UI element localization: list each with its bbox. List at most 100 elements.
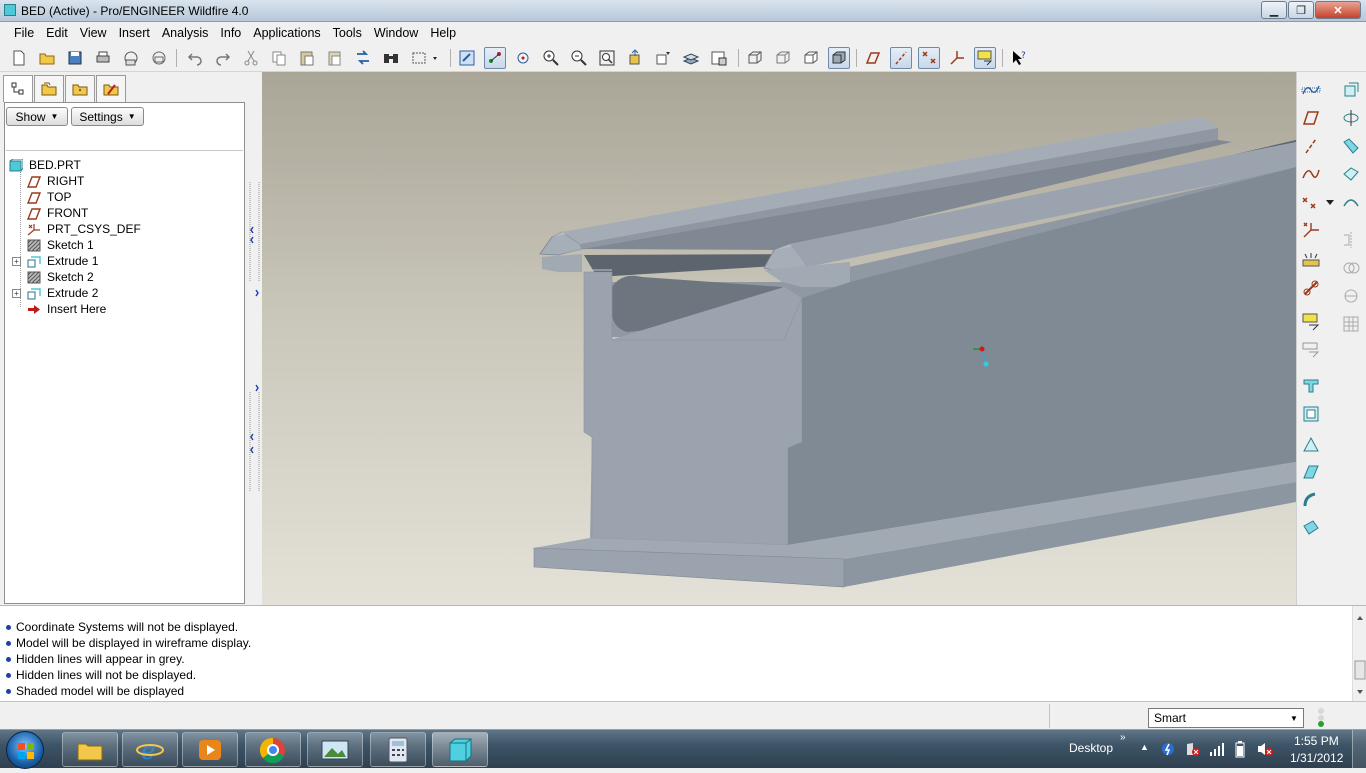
menu-analysis[interactable]: Analysis (156, 26, 215, 40)
signal-strength-icon[interactable] (1209, 741, 1225, 760)
volume-muted-icon[interactable] (1256, 741, 1274, 760)
paste-special-icon[interactable] (324, 47, 346, 69)
zoom-in-icon[interactable] (540, 47, 562, 69)
hidden-line-icon[interactable] (772, 47, 794, 69)
datum-plane-tool-icon[interactable] (1299, 106, 1323, 130)
draft-tool-icon[interactable] (1299, 432, 1323, 456)
menu-insert[interactable]: Insert (113, 26, 156, 40)
blend-tool-icon[interactable] (1339, 162, 1363, 186)
saved-views-icon[interactable] (652, 47, 674, 69)
menu-applications[interactable]: Applications (247, 26, 326, 40)
tree-node-extrude-1[interactable]: Extrude 1 (27, 253, 98, 269)
menu-info[interactable]: Info (214, 26, 247, 40)
boundary-blend-icon[interactable] (1339, 190, 1363, 214)
datum-point-tool-icon[interactable] (1299, 190, 1323, 214)
selection-filter-select[interactable]: Smart ▼ (1148, 708, 1304, 728)
refit-icon[interactable] (596, 47, 618, 69)
expand-icon[interactable]: + (12, 289, 21, 298)
taskbar-chrome[interactable] (245, 732, 301, 767)
menu-window[interactable]: Window (368, 26, 424, 40)
undo-icon[interactable] (184, 47, 206, 69)
datum-axis-tool-icon[interactable] (1299, 134, 1323, 158)
note-tool-icon[interactable] (1299, 310, 1323, 334)
pattern-tool-icon[interactable] (1339, 312, 1363, 336)
tree-node-extrude-2[interactable]: Extrude 2 (27, 285, 98, 301)
repaint-icon[interactable] (456, 47, 478, 69)
menu-view[interactable]: View (74, 26, 113, 40)
analysis-tool-icon[interactable] (1299, 248, 1323, 272)
context-help-icon[interactable]: ? (1008, 47, 1030, 69)
taskbar-image-viewer[interactable] (307, 732, 363, 767)
chain-tool-icon[interactable] (1299, 276, 1323, 300)
sweep-tool-icon[interactable] (1339, 134, 1363, 158)
tree-node-insert-here[interactable]: Insert Here (27, 301, 106, 317)
merge-tool-icon[interactable] (1339, 256, 1363, 280)
datum-curve-tool-icon[interactable] (1299, 162, 1323, 186)
reorient-icon[interactable] (624, 47, 646, 69)
orient-mode-icon[interactable] (512, 47, 534, 69)
trim-tool-icon[interactable] (1339, 284, 1363, 308)
desktop-toolbar-label[interactable]: Desktop (1069, 741, 1113, 755)
clock-time[interactable]: 1:55 PM (1294, 734, 1339, 748)
shell-tool-icon[interactable] (1299, 516, 1323, 540)
taskbar-internet-explorer[interactable]: e (122, 732, 178, 767)
csys-tool-icon[interactable] (1299, 218, 1323, 242)
layers-icon[interactable] (680, 47, 702, 69)
tree-node-csys[interactable]: PRT_CSYS_DEF (27, 221, 141, 237)
connections-tab[interactable] (96, 75, 126, 102)
menu-help[interactable]: Help (424, 26, 462, 40)
menu-edit[interactable]: Edit (40, 26, 74, 40)
tree-node-front[interactable]: FRONT (26, 205, 88, 221)
extrude-tool-icon[interactable] (1299, 374, 1323, 398)
print-icon[interactable] (92, 47, 114, 69)
select-box-icon[interactable] (408, 47, 444, 69)
tree-node-right[interactable]: RIGHT (26, 173, 84, 189)
tree-node-part[interactable]: BED.PRT (9, 157, 81, 173)
shaded-icon[interactable] (828, 47, 850, 69)
revolve-tool-icon[interactable] (1339, 78, 1363, 102)
tree-node-sketch-1[interactable]: Sketch 1 (27, 237, 94, 253)
zoom-out-icon[interactable] (568, 47, 590, 69)
clock-date[interactable]: 1/31/2012 (1290, 751, 1343, 765)
tree-node-sketch-2[interactable]: Sketch 2 (27, 269, 94, 285)
wireframe-icon[interactable] (744, 47, 766, 69)
datum-points-icon[interactable] (918, 47, 940, 69)
folder-browser-tab[interactable] (34, 75, 64, 102)
sketched-curve-icon[interactable] (1299, 78, 1323, 102)
copy-icon[interactable] (268, 47, 290, 69)
action-center-icon[interactable] (1185, 741, 1201, 760)
tree-node-top[interactable]: TOP (26, 189, 71, 205)
coordinate-systems-icon[interactable] (946, 47, 968, 69)
email-icon[interactable] (120, 47, 142, 69)
tree-filter-field[interactable] (6, 129, 243, 151)
maximize-button[interactable]: ❐ (1288, 1, 1314, 19)
no-hidden-icon[interactable] (800, 47, 822, 69)
find-icon[interactable] (380, 47, 402, 69)
chevron-down-icon[interactable] (1323, 194, 1337, 210)
paste-icon[interactable] (296, 47, 318, 69)
spin-tool-icon[interactable] (1339, 106, 1363, 130)
open-icon[interactable] (36, 47, 58, 69)
taskbar-explorer[interactable] (62, 732, 118, 767)
redo-icon[interactable] (212, 47, 234, 69)
show-dropdown[interactable]: Show ▼ (6, 107, 68, 126)
menu-file[interactable]: File (8, 26, 40, 40)
new-icon[interactable] (8, 47, 30, 69)
favorites-tab[interactable] (65, 75, 95, 102)
datum-axes-icon[interactable] (890, 47, 912, 69)
start-button[interactable] (6, 731, 44, 769)
model-tree-tab[interactable] (3, 75, 33, 102)
chevron-double-icon[interactable]: » (1120, 732, 1126, 743)
gtol-tool-icon[interactable] (1299, 338, 1323, 362)
graphics-window[interactable] (262, 72, 1296, 605)
pane-splitter[interactable] (247, 72, 262, 605)
mirror-tool-icon[interactable] (1339, 228, 1363, 252)
hole-tool-icon[interactable] (1299, 402, 1323, 426)
regenerate-icon[interactable] (352, 47, 374, 69)
battery-icon[interactable] (1234, 740, 1246, 761)
message-scrollbar[interactable] (1352, 606, 1366, 702)
round-tool-icon[interactable] (1299, 460, 1323, 484)
close-button[interactable]: ✕ (1315, 1, 1361, 19)
settings-dropdown[interactable]: Settings ▼ (71, 107, 144, 126)
email-link-icon[interactable] (148, 47, 170, 69)
